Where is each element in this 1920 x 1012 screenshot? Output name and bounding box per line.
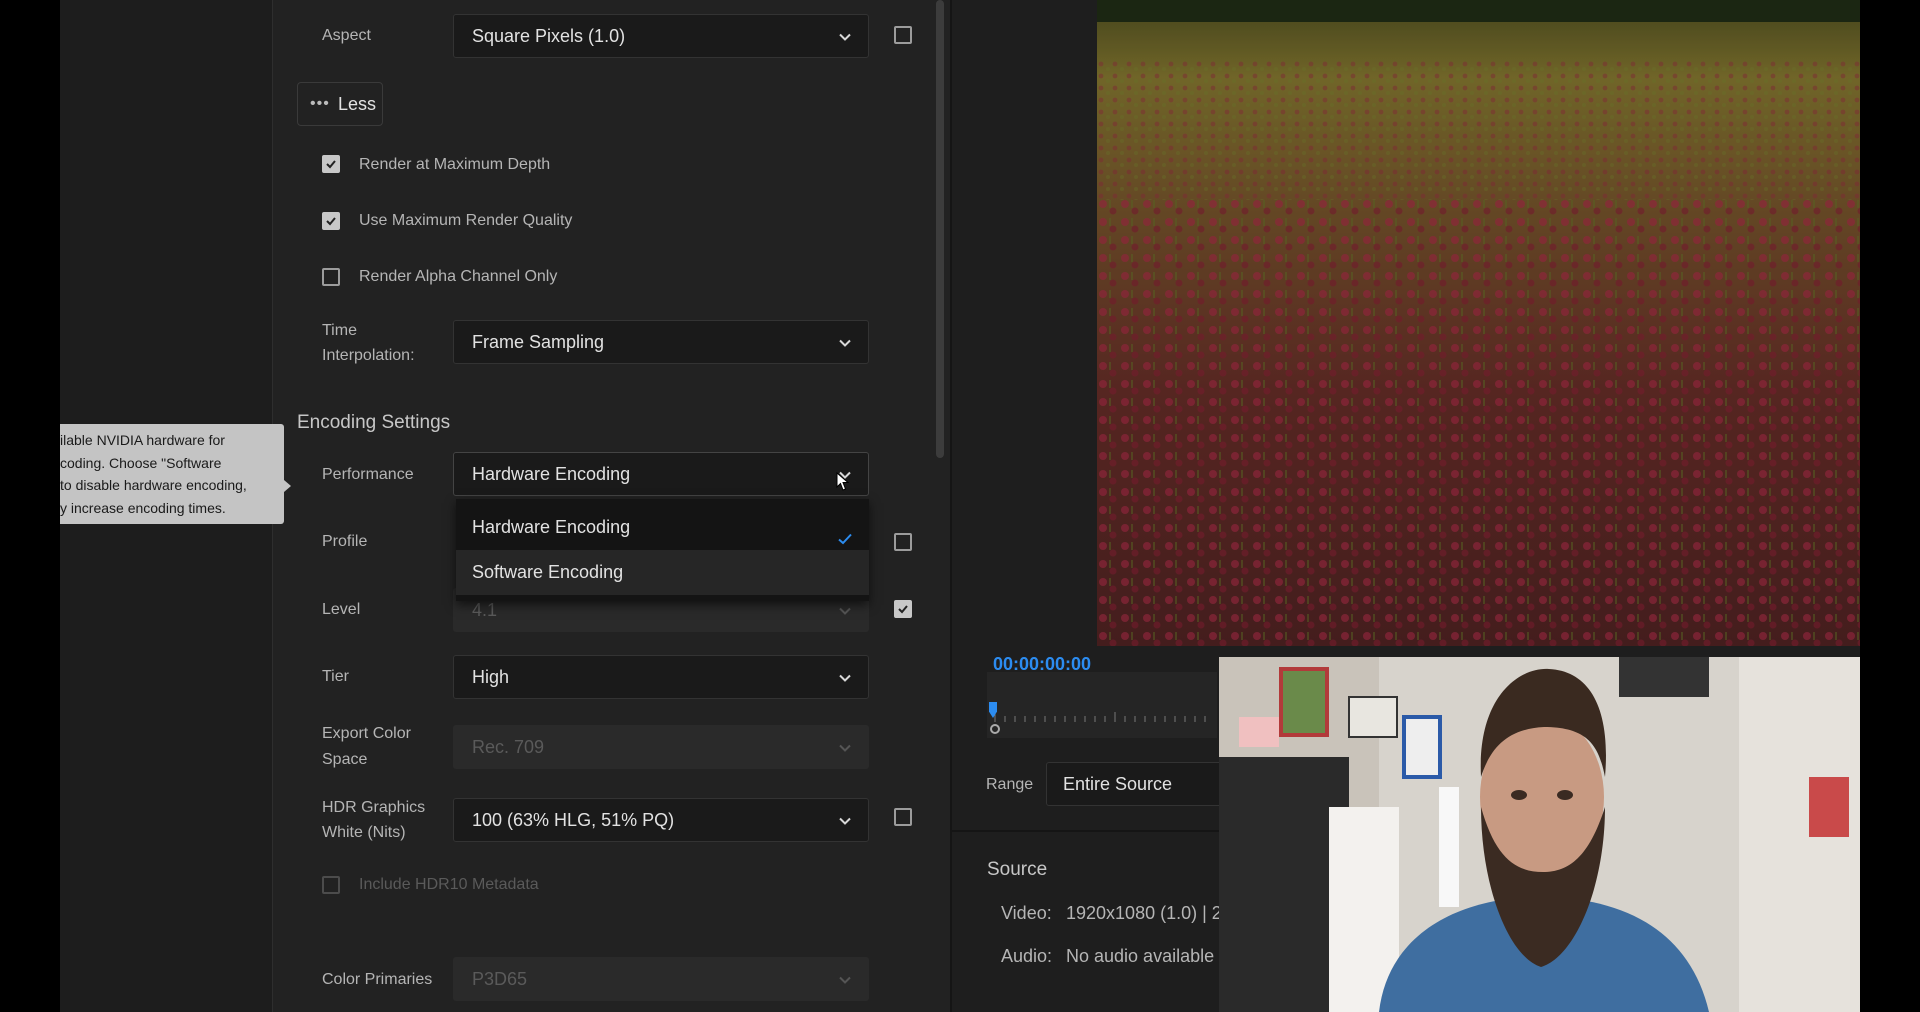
hdr-label-1: HDR Graphics [322, 799, 426, 816]
max-render-quality-checkbox[interactable] [322, 212, 340, 230]
audio-value: No audio available [1066, 946, 1215, 966]
hdr-label-2: White (Nits) [322, 824, 406, 841]
source-divider [952, 830, 1222, 832]
more-dots-icon: ••• [310, 95, 330, 112]
preview-image [1097, 0, 1860, 646]
time-interp-label-1: Time [322, 322, 357, 339]
export-settings-screen: Aspect Square Pixels (1.0) ••• Less Rend… [0, 0, 1920, 1012]
menu-item-software-encoding[interactable]: Software Encoding [456, 550, 869, 595]
profile-checkbox[interactable] [894, 533, 912, 551]
alpha-only-label: Render Alpha Channel Only [359, 268, 558, 285]
range-dropdown[interactable]: Entire Source [1046, 762, 1246, 806]
aspect-checkbox[interactable] [894, 26, 912, 44]
profile-label: Profile [322, 533, 368, 550]
tooltip-line: to disable hardware encoding, [60, 477, 247, 493]
tier-value: High [472, 667, 510, 687]
source-title: Source [987, 859, 1048, 880]
range-value: Entire Source [1063, 774, 1173, 794]
chevron-down-icon [838, 30, 852, 44]
menu-item-label: Software Encoding [472, 562, 624, 582]
webcam-overlay [1219, 657, 1860, 1012]
color-primaries-value: P3D65 [472, 969, 528, 989]
color-primaries-label: Color Primaries [322, 971, 433, 988]
render-max-depth-label: Render at Maximum Depth [359, 156, 551, 173]
chevron-down-icon [838, 973, 852, 987]
render-max-depth-checkbox[interactable] [322, 155, 340, 173]
color-space-label-1: Export Color [322, 725, 411, 742]
time-interp-value: Frame Sampling [472, 332, 605, 352]
performance-dropdown[interactable]: Hardware Encoding [453, 452, 869, 496]
settings-scrollbar[interactable] [934, 0, 946, 460]
color-space-label-2: Space [322, 751, 368, 768]
aspect-label: Aspect [322, 27, 371, 44]
encoding-settings-title: Encoding Settings [297, 412, 451, 433]
mouse-cursor-icon [836, 472, 850, 491]
range-label: Range [986, 776, 1034, 793]
zoom-handle[interactable] [990, 724, 1000, 734]
performance-label: Performance [322, 466, 414, 483]
video-value: 1920x1080 (1.0) | 23 [1066, 903, 1232, 923]
tooltip-line: coding. Choose "Software [60, 454, 222, 471]
performance-menu: Hardware Encoding Software Encoding [456, 499, 869, 601]
color-space-dropdown: Rec. 709 [453, 725, 869, 769]
chevron-down-icon [838, 671, 852, 685]
tooltip-arrow [284, 480, 291, 492]
scrollbar-thumb[interactable] [936, 0, 944, 458]
hdr10-metadata-label: Include HDR10 Metadata [359, 876, 539, 893]
timeline-scrubber[interactable] [987, 672, 1217, 738]
color-space-value: Rec. 709 [472, 737, 545, 757]
hdr-white-checkbox[interactable] [894, 808, 912, 826]
time-interp-label-2: Interpolation: [322, 347, 415, 364]
timeline-ticks [994, 712, 1206, 722]
level-value: 4.1 [472, 600, 498, 620]
menu-item-label: Hardware Encoding [472, 517, 631, 537]
performance-tooltip: ilable NVIDIA hardware for coding. Choos… [60, 424, 284, 524]
chevron-down-icon [838, 336, 852, 350]
time-interp-dropdown[interactable]: Frame Sampling [453, 320, 869, 364]
tooltip-line: ilable NVIDIA hardware for [60, 432, 225, 448]
video-label: Video: [1001, 903, 1052, 923]
aspect-dropdown[interactable]: Square Pixels (1.0) [453, 14, 869, 58]
alpha-only-checkbox[interactable] [322, 268, 340, 286]
menu-item-hardware-encoding[interactable]: Hardware Encoding [456, 505, 869, 550]
chevron-down-icon [838, 741, 852, 755]
chevron-down-icon [838, 604, 852, 618]
hdr-white-dropdown[interactable]: 100 (63% HLG, 51% PQ) [453, 798, 869, 842]
tier-dropdown[interactable]: High [453, 655, 869, 699]
audio-label: Audio: [1001, 946, 1053, 966]
color-primaries-dropdown: P3D65 [453, 957, 869, 1001]
tooltip-line: y increase encoding times. [60, 499, 226, 516]
performance-value: Hardware Encoding [472, 464, 631, 484]
chevron-down-icon [838, 814, 852, 828]
right-letterbox [1860, 0, 1920, 1012]
level-checkbox[interactable] [894, 600, 912, 618]
max-render-quality-label: Use Maximum Render Quality [359, 212, 573, 229]
hdr10-metadata-checkbox [322, 876, 340, 894]
level-label: Level [322, 601, 361, 618]
aspect-value: Square Pixels (1.0) [472, 26, 626, 46]
tier-label: Tier [322, 668, 349, 685]
less-button[interactable]: ••• Less [297, 82, 383, 126]
hdr-white-value: 100 (63% HLG, 51% PQ) [472, 810, 675, 830]
less-button-label: Less [338, 94, 377, 114]
